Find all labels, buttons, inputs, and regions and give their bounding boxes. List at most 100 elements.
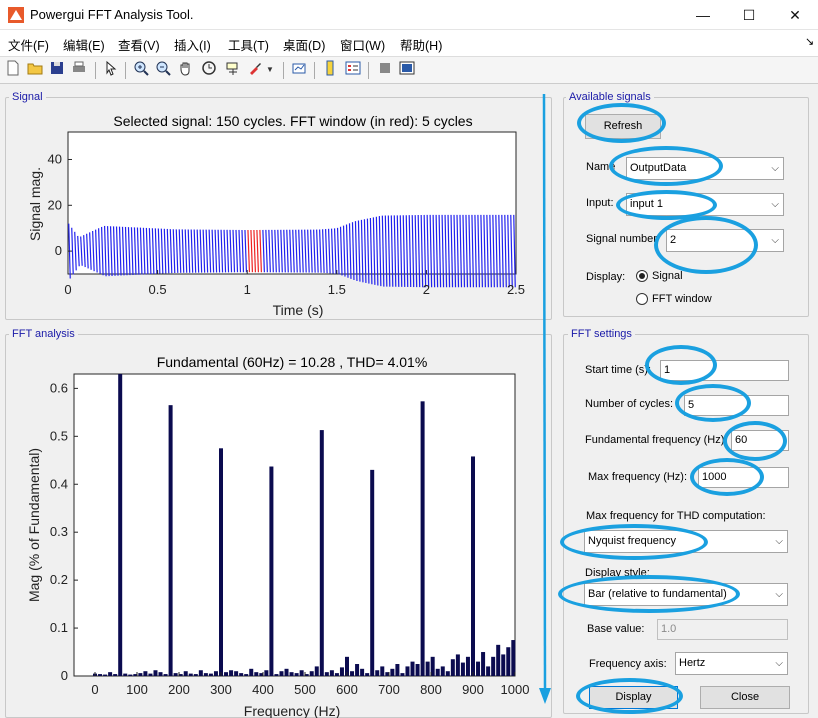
chevron-down-icon[interactable]: ▼ xyxy=(265,60,275,80)
menu-insert[interactable]: 插入(I) xyxy=(174,35,211,54)
fft-chart[interactable]: 0 100 200 300 400 500 600 700 800 900 1000 0 0.1 0.2 0… xyxy=(6,340,551,718)
fft-bar xyxy=(380,666,385,676)
fft-bar xyxy=(471,456,475,676)
fft-bar xyxy=(158,672,163,676)
show-plot-tools-icon[interactable] xyxy=(397,60,417,80)
print-icon[interactable] xyxy=(69,60,89,80)
display-fft-window-radio[interactable] xyxy=(636,293,648,305)
toolbar-separator xyxy=(283,62,284,79)
chevron-down-icon: ⌵ xyxy=(775,658,783,669)
thd-max-frequency-select[interactable]: Nyquist frequency ⌵ xyxy=(584,530,788,553)
name-select[interactable]: OutputData ⌵ xyxy=(626,157,784,180)
fft-y-tick-label: 0.5 xyxy=(50,428,68,443)
undock-arrow-icon[interactable]: ↘ xyxy=(805,35,814,48)
fft-bar xyxy=(339,667,344,676)
fft-bar xyxy=(309,671,314,676)
signal-x-tick-label: 0 xyxy=(64,282,71,297)
close-button[interactable]: Close xyxy=(700,686,790,709)
fft-bar xyxy=(334,673,339,676)
display-style-label: Display style: xyxy=(585,567,650,579)
fft-x-tick-label: 0 xyxy=(91,682,98,697)
data-cursor-icon[interactable] xyxy=(223,60,243,80)
fft-bar xyxy=(410,661,415,676)
matlab-app-icon xyxy=(8,7,24,23)
zoom-out-icon[interactable] xyxy=(153,60,173,80)
fft-bar xyxy=(496,644,501,676)
start-time-label: Start time (s): xyxy=(585,364,652,376)
fft-bar xyxy=(279,671,284,676)
save-icon[interactable] xyxy=(47,60,67,80)
menu-file[interactable]: 文件(F) xyxy=(8,35,49,54)
toolbar-separator xyxy=(125,62,126,79)
fft-bar xyxy=(445,671,450,676)
fft-chart-title: Fundamental (60Hz) = 10.28 , THD= 4.01% xyxy=(157,354,428,370)
fft-bar xyxy=(350,671,355,676)
fft-bar xyxy=(249,668,254,676)
menu-help[interactable]: 帮助(H) xyxy=(400,35,442,54)
pointer-icon[interactable] xyxy=(101,60,121,80)
menu-view[interactable]: 查看(V) xyxy=(118,35,160,54)
fft-bar xyxy=(465,656,470,676)
fft-bar xyxy=(108,672,113,676)
legend-icon[interactable] xyxy=(343,60,363,80)
menu-tools[interactable]: 工具(T) xyxy=(228,35,269,54)
zoom-in-icon[interactable] xyxy=(131,60,151,80)
thd-max-frequency-label: Max frequency for THD computation: xyxy=(586,510,766,522)
input-select-value: input 1 xyxy=(630,198,664,210)
signal-x-tick-label: 2.5 xyxy=(507,282,525,297)
fft-bar xyxy=(375,670,380,676)
menu-edit[interactable]: 编辑(E) xyxy=(63,35,105,54)
link-plot-icon[interactable] xyxy=(289,60,309,80)
fft-bar xyxy=(143,671,148,676)
fft-bar xyxy=(128,674,133,676)
signal-y-tick-label: 40 xyxy=(48,151,62,166)
menu-window[interactable]: 窗口(W) xyxy=(340,35,385,54)
refresh-button[interactable]: Refresh xyxy=(585,114,661,139)
colorbar-icon[interactable] xyxy=(320,60,340,80)
frequency-axis-select[interactable]: Hertz ⌵ xyxy=(675,652,788,675)
display-button[interactable]: Display xyxy=(589,686,678,709)
signal-y-tick-label: 0 xyxy=(55,243,62,258)
fft-y-tick-label: 0.6 xyxy=(50,380,68,395)
hide-plot-tools-icon[interactable] xyxy=(375,60,395,80)
display-style-select[interactable]: Bar (relative to fundamental) ⌵ xyxy=(584,583,788,606)
signal-number-select[interactable]: 2 ⌵ xyxy=(666,229,784,252)
menu-desktop[interactable]: 桌面(D) xyxy=(283,35,325,54)
rotate-3d-icon[interactable] xyxy=(199,60,219,80)
number-of-cycles-input[interactable]: 5 xyxy=(684,395,789,416)
chevron-down-icon: ⌵ xyxy=(775,589,783,600)
chevron-down-icon: ⌵ xyxy=(771,163,779,174)
fft-bar xyxy=(213,671,218,676)
new-file-icon[interactable] xyxy=(3,60,23,80)
max-frequency-input[interactable]: 1000 xyxy=(698,467,789,488)
fft-x-axis-label: Frequency (Hz) xyxy=(244,703,340,718)
fft-bar xyxy=(420,401,425,676)
signal-number-label: Signal number xyxy=(586,233,657,245)
fft-bar xyxy=(153,670,158,676)
name-select-value: OutputData xyxy=(630,162,687,174)
display-signal-radio[interactable] xyxy=(636,270,648,282)
brush-icon[interactable] xyxy=(245,60,265,80)
fundamental-frequency-input[interactable]: 60 xyxy=(731,430,789,451)
open-folder-icon[interactable] xyxy=(25,60,45,80)
signal-chart[interactable]: 0 0.5 1 1.5 2 2.5 0 20 40 Selected signal: 150 c… xyxy=(6,104,551,318)
fft-bar xyxy=(148,673,153,676)
fft-bar xyxy=(234,671,239,676)
close-window-button[interactable]: ✕ xyxy=(772,0,818,30)
pan-hand-icon[interactable] xyxy=(175,60,195,80)
fft-bar xyxy=(486,666,491,676)
toolbar: ▼ xyxy=(0,56,818,84)
start-time-input[interactable]: 1 xyxy=(660,360,789,381)
maximize-button[interactable]: ☐ xyxy=(726,0,772,30)
fft-bar xyxy=(405,666,410,676)
input-select[interactable]: input 1 ⌵ xyxy=(626,193,784,216)
base-value-input[interactable]: 1.0 xyxy=(657,619,788,640)
minimize-button[interactable]: — xyxy=(680,0,726,30)
name-label: Name xyxy=(586,161,616,173)
base-value-label: Base value: xyxy=(587,623,645,635)
fft-bar xyxy=(455,654,460,676)
signal-x-tick-label: 1.5 xyxy=(328,282,346,297)
fft-bar xyxy=(229,670,234,676)
available-signals-title: Available signals xyxy=(566,91,654,103)
fft-x-tick-label: 500 xyxy=(294,682,316,697)
